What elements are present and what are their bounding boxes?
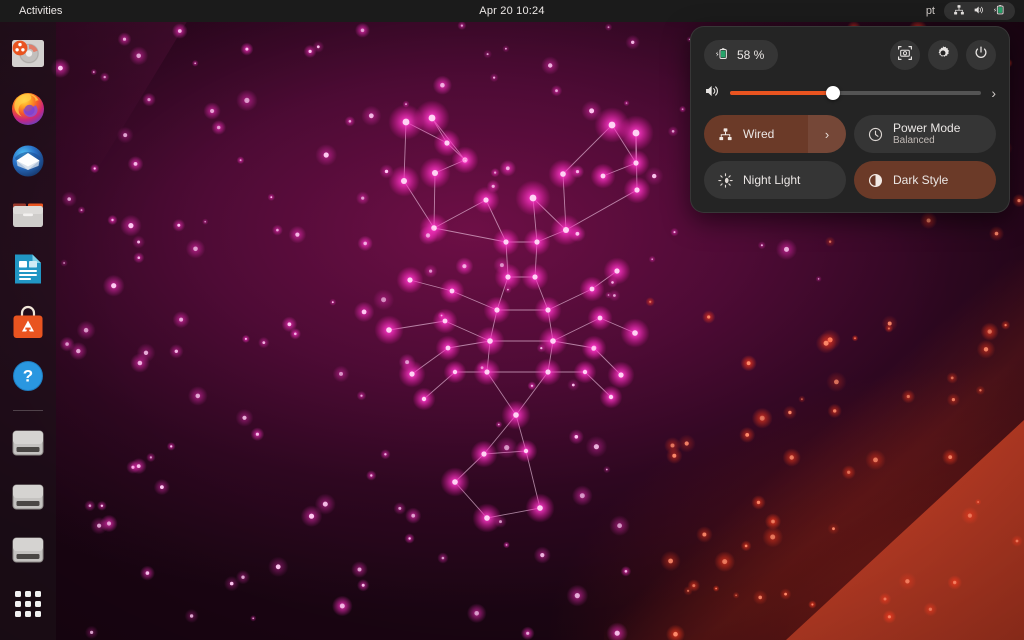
volume-slider[interactable] xyxy=(730,86,982,100)
volume-slider-handle[interactable] xyxy=(826,86,841,100)
system-indicators-button[interactable] xyxy=(944,2,1015,20)
tile-dark-style-label: Dark Style xyxy=(893,172,949,187)
network-wired-icon xyxy=(717,126,733,142)
volume-slider-fill xyxy=(730,91,834,95)
tile-power-mode-label: Power Mode xyxy=(893,120,961,135)
dock-item-ubuntu-installer[interactable] xyxy=(6,32,50,76)
volume-icon xyxy=(973,4,985,19)
dock-item-firefox[interactable] xyxy=(6,86,50,130)
tile-night-light[interactable]: Night Light xyxy=(704,161,846,199)
dock: ? xyxy=(0,22,56,640)
tile-power-mode-labels: Power Mode Balanced xyxy=(893,121,960,147)
battery-charging-icon xyxy=(715,47,730,64)
tile-wired-expand-button[interactable]: › xyxy=(808,115,846,153)
network-wired-icon xyxy=(953,4,965,19)
tile-night-light-label: Night Light xyxy=(743,172,801,187)
keyboard-layout-indicator[interactable]: pt xyxy=(926,5,935,17)
screenshot-button[interactable] xyxy=(890,40,920,70)
tile-power-mode-sublabel: Balanced xyxy=(893,135,935,147)
power-mode-icon xyxy=(867,126,883,142)
tile-wired-labels: Wired xyxy=(743,127,774,141)
settings-button[interactable] xyxy=(928,40,958,70)
power-icon xyxy=(973,45,989,66)
top-panel-right: pt xyxy=(926,2,1024,20)
activities-button[interactable]: Activities xyxy=(12,2,69,20)
dock-item-files[interactable] xyxy=(6,193,50,237)
dock-item-help[interactable]: ? xyxy=(6,354,50,398)
svg-text:?: ? xyxy=(23,367,33,386)
tile-wired-label: Wired xyxy=(743,126,775,141)
dark-style-icon xyxy=(867,172,883,188)
screenshot-icon xyxy=(897,45,913,66)
dock-item-ubuntu-software[interactable] xyxy=(6,301,50,345)
battery-status-button[interactable]: 58 % xyxy=(704,40,779,70)
battery-charging-icon xyxy=(993,4,1006,19)
clock-button[interactable]: Apr 20 10:24 xyxy=(471,3,552,19)
dock-separator xyxy=(13,410,43,412)
tile-night-light-labels: Night Light xyxy=(743,173,800,187)
dock-item-drive-2[interactable] xyxy=(6,475,50,519)
tile-dark-style-labels: Dark Style xyxy=(893,173,948,187)
chevron-right-icon[interactable]: › xyxy=(990,85,996,101)
app-grid-icon xyxy=(15,591,41,618)
volume-slider-row: › xyxy=(704,83,996,103)
quick-settings-actions xyxy=(890,40,996,70)
volume-icon[interactable] xyxy=(704,83,721,104)
quick-settings-panel: 58 % › Wired › Power Mode Balanced Night… xyxy=(690,26,1010,213)
top-panel-center: Apr 20 10:24 xyxy=(0,3,1024,19)
show-applications-button[interactable] xyxy=(6,582,50,626)
quick-settings-header: 58 % xyxy=(704,40,996,70)
dock-item-drive-1[interactable] xyxy=(6,421,50,465)
tile-power-mode[interactable]: Power Mode Balanced xyxy=(854,115,996,153)
tile-wired-main[interactable]: Wired xyxy=(717,115,798,153)
top-panel: Activities Apr 20 10:24 pt xyxy=(0,0,1024,22)
tile-dark-style[interactable]: Dark Style xyxy=(854,161,996,199)
night-light-icon xyxy=(717,172,733,188)
power-button[interactable] xyxy=(966,40,996,70)
dock-item-drive-3[interactable] xyxy=(6,529,50,573)
battery-percent-label: 58 % xyxy=(737,48,765,62)
tile-wired[interactable]: Wired › xyxy=(704,115,846,153)
top-panel-left: Activities xyxy=(0,2,69,20)
chevron-right-icon: › xyxy=(824,126,830,142)
dock-item-libreoffice-impress[interactable] xyxy=(6,247,50,291)
quick-settings-tiles: Wired › Power Mode Balanced Night Light … xyxy=(704,115,996,199)
gear-icon xyxy=(935,45,951,66)
dock-item-thunderbird[interactable] xyxy=(6,139,50,183)
